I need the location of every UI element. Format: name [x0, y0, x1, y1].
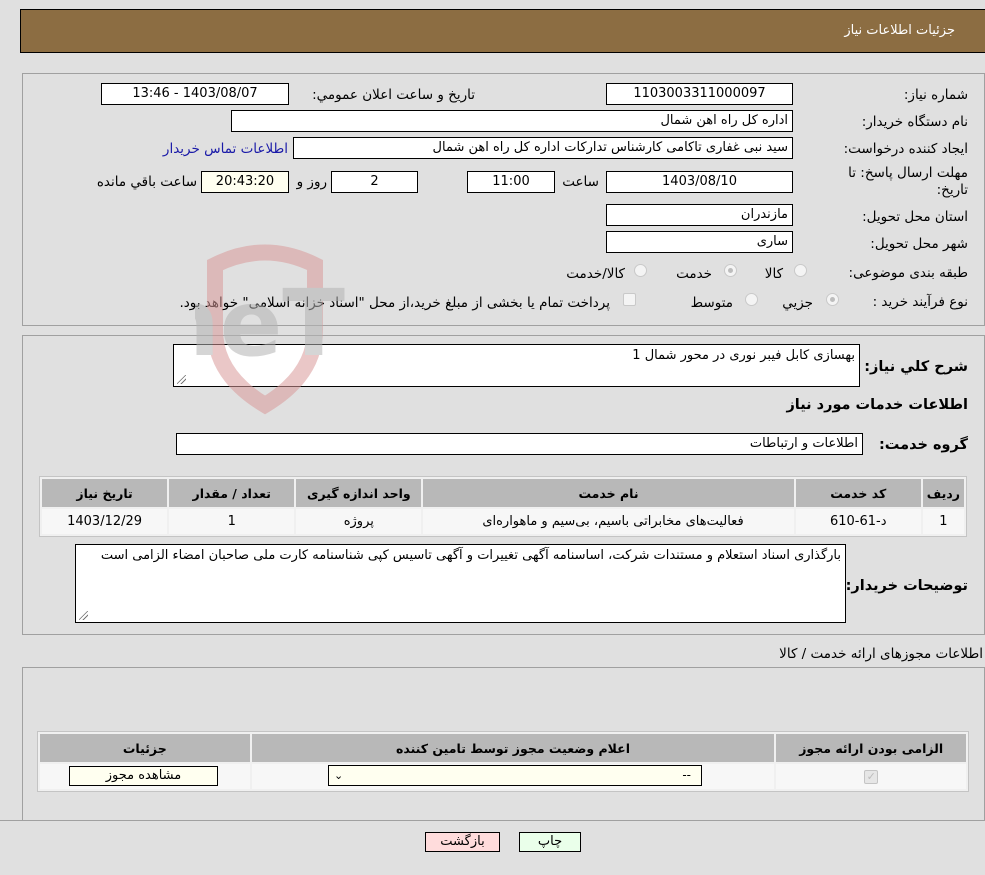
purchase-type-label: نوع فرآیند خرید :	[872, 294, 968, 310]
need-number-label: شماره نیاز:	[903, 87, 968, 103]
requester-label: ایجاد کننده درخواست:	[843, 141, 968, 157]
category-radio-goods-service[interactable]	[634, 264, 647, 277]
description-text: بهسازی کابل فیبر نوری در محور شمال 1	[632, 348, 855, 363]
treasury-checkbox[interactable]	[623, 293, 636, 306]
city-field: ساری	[606, 231, 793, 253]
cell-need-date: 1403/12/29	[42, 509, 168, 534]
resize-handle-icon[interactable]	[79, 611, 88, 620]
cell-row-number: 1	[922, 509, 964, 534]
chevron-down-icon: ⌄	[334, 769, 344, 782]
purchase-type-option-medium: متوسط	[690, 295, 733, 311]
permit-status-select[interactable]: -- ⌄	[328, 765, 702, 786]
remaining-time-label: ساعت باقي مانده	[96, 174, 197, 190]
deadline-label: مهلت ارسال پاسخ: تا تاریخ:	[848, 165, 968, 198]
col-service-code: کد خدمت	[795, 479, 921, 507]
service-group-label: گروه خدمت:	[878, 437, 968, 453]
col-permit-required: الزامی بودن ارائه مجوز	[776, 734, 966, 762]
col-service-name: نام خدمت	[423, 479, 794, 507]
print-button[interactable]: چاپ	[519, 832, 581, 852]
services-table: ردیف کد خدمت نام خدمت واحد اندازه گیری ت…	[39, 476, 967, 537]
col-need-date: تاریخ نیاز	[42, 479, 168, 507]
purchase-type-radio-partial[interactable]	[826, 293, 839, 306]
cell-permit-required: ✓	[776, 764, 966, 789]
deadline-time-field: 11:00	[467, 171, 555, 193]
footer-divider	[0, 820, 985, 821]
page-title: جزئيات اطلاعات نیاز	[844, 23, 955, 38]
remaining-days-field: 2	[331, 171, 418, 193]
announce-datetime-label: تاریخ و ساعت اعلان عمومي:	[312, 87, 475, 103]
buyer-contact-link[interactable]: اطلاعات تماس خریدار	[163, 140, 288, 158]
category-radio-service[interactable]	[724, 264, 737, 277]
buyer-notes-label: توضیحات خریدار:	[845, 578, 968, 594]
buyer-org-label: نام دستگاه خریدار:	[861, 114, 968, 130]
permit-required-checkbox[interactable]: ✓	[864, 769, 879, 784]
category-radio-goods[interactable]	[794, 264, 807, 277]
view-permit-button[interactable]: مشاهده مجوز	[69, 766, 218, 786]
announce-datetime-field: 1403/08/07 - 13:46	[101, 83, 289, 105]
services-table-header: ردیف کد خدمت نام خدمت واحد اندازه گیری ت…	[42, 479, 964, 507]
cell-service-code: د-61-610	[795, 509, 921, 534]
cell-service-name: فعالیت‌های مخابراتی باسیم، بی‌سیم و ماهو…	[423, 509, 794, 534]
category-option-goods: کالا	[764, 266, 783, 282]
col-row-number: ردیف	[922, 479, 964, 507]
permit-status-value: --	[682, 768, 691, 782]
col-quantity: تعداد / مقدار	[169, 479, 295, 507]
remaining-time-field: 20:43:20	[201, 171, 289, 193]
cell-unit: پروژه	[296, 509, 422, 534]
buyer-notes-textarea[interactable]: بارگذاری اسناد استعلام و مستندات شرکت، ا…	[75, 544, 846, 623]
service-group-field: اطلاعات و ارتباطات	[176, 433, 863, 455]
cell-quantity: 1	[169, 509, 295, 534]
purchase-type-radio-medium[interactable]	[745, 293, 758, 306]
province-label: استان محل تحویل:	[862, 209, 968, 225]
table-row: 1 د-61-610 فعالیت‌های مخابراتی باسیم، بی…	[42, 509, 964, 534]
deadline-date-field: 1403/08/10	[606, 171, 793, 193]
city-label: شهر محل تحویل:	[870, 236, 968, 252]
services-section-title: اطلاعات خدمات مورد نیاز	[786, 397, 968, 413]
col-unit: واحد اندازه گیری	[296, 479, 422, 507]
back-button[interactable]: بازگشت	[425, 832, 500, 852]
buyer-notes-text: بارگذاری اسناد استعلام و مستندات شرکت، ا…	[100, 548, 841, 563]
requester-field: سید نبی غفاری تاکامی کارشناس تدارکات ادا…	[293, 137, 793, 159]
col-permit-details: جزئیات	[40, 734, 250, 762]
permits-table-header: الزامی بودن ارائه مجوز اعلام وضعیت مجوز …	[40, 734, 966, 762]
resize-handle-icon[interactable]	[177, 375, 186, 384]
description-label: شرح کلي نیاز:	[864, 359, 968, 375]
province-field: مازندران	[606, 204, 793, 226]
page-header: جزئيات اطلاعات نیاز	[20, 9, 985, 53]
category-label: طبقه بندی موضوعی:	[848, 265, 968, 281]
treasury-note: پرداخت تمام یا بخشی از مبلغ خرید،از محل …	[179, 295, 610, 311]
days-label: روز و	[296, 174, 327, 190]
purchase-type-option-partial: جزیي	[782, 295, 813, 311]
need-number-field: 1103003311000097	[606, 83, 793, 105]
category-option-goods-service: کالا/خدمت	[566, 266, 625, 282]
category-option-service: خدمت	[676, 266, 712, 282]
permits-section-title: اطلاعات مجوزهای ارائه خدمت / کالا	[779, 646, 983, 662]
buyer-org-field: اداره کل راه اهن شمال	[231, 110, 793, 132]
col-permit-status: اعلام وضعیت مجوز توسط تامین کننده	[251, 734, 775, 762]
deadline-time-label: ساعت	[562, 174, 599, 190]
description-textarea[interactable]: بهسازی کابل فیبر نوری در محور شمال 1	[173, 344, 860, 387]
